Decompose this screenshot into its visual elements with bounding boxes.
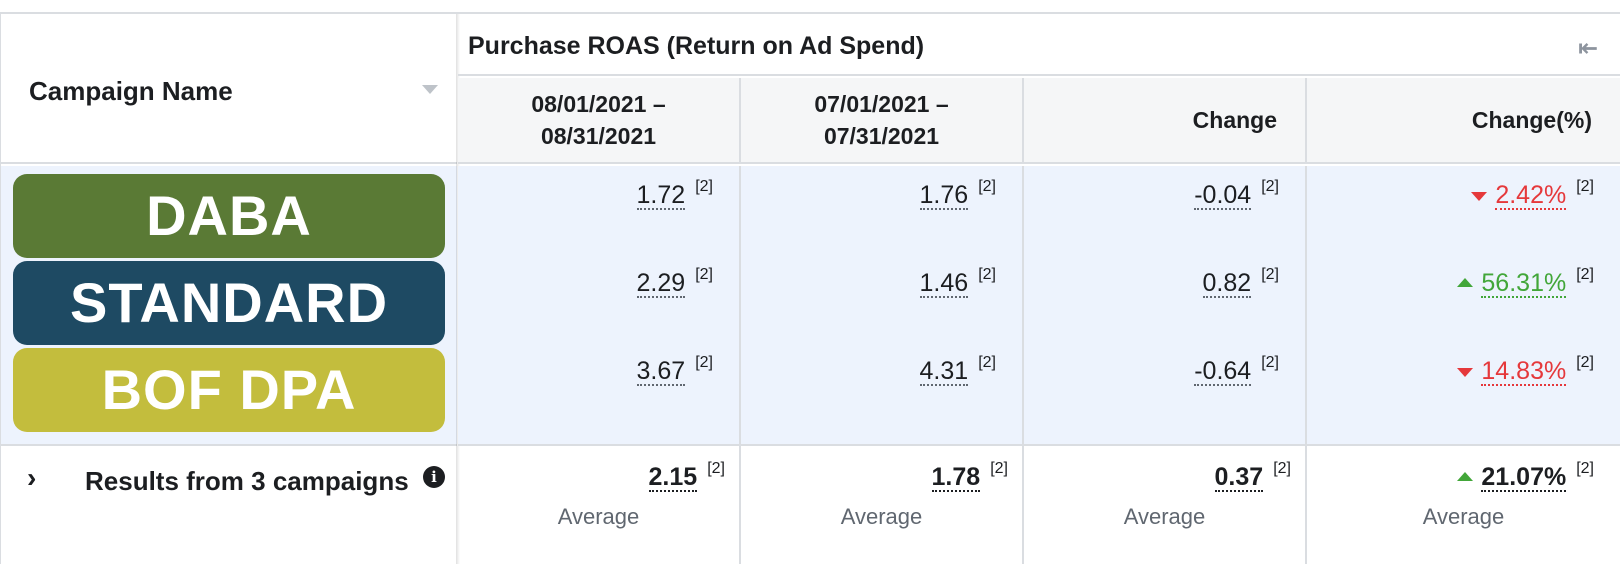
total-value: 21.07% <box>1481 463 1567 492</box>
column-header-line: 07/01/2021 – <box>814 91 949 117</box>
table-cell[interactable]: -0.64 [2] <box>1194 354 1279 386</box>
metric-group-title: Purchase ROAS (Return on Ad Spend) <box>468 32 925 60</box>
column-aug: 1.72 [2] 2.29 [2] 3.67 [2] <box>458 166 741 444</box>
triangle-down-icon <box>1457 368 1474 377</box>
column-header-jul[interactable]: 07/01/2021 – 07/31/2021 <box>741 78 1024 162</box>
average-label: Average <box>1422 504 1505 529</box>
campaign-name-text: DABA <box>146 184 312 247</box>
average-label: Average <box>840 504 923 529</box>
table-cell[interactable]: -0.04 [2] <box>1194 178 1279 210</box>
footnote-marker: [2] <box>1261 354 1279 371</box>
info-icon[interactable]: i <box>423 466 445 488</box>
column-header-label: Change(%) <box>1471 106 1592 133</box>
footnote-marker: [2] <box>1576 354 1594 371</box>
footnote-marker: [2] <box>1576 178 1594 195</box>
footnote-marker: [2] <box>1261 178 1279 195</box>
footnote-marker: [2] <box>1273 460 1291 477</box>
metric-value: 1.46 <box>919 269 969 298</box>
campaign-name-text: BOF DPA <box>101 358 357 421</box>
triangle-up-icon <box>1457 278 1474 287</box>
footnote-marker: [2] <box>1576 266 1594 283</box>
total-cell[interactable]: 0.37 [2] <box>1214 460 1291 492</box>
triangle-down-icon <box>1471 192 1488 201</box>
total-value: 0.37 <box>1214 463 1264 492</box>
collapse-column-icon[interactable]: ⇤ <box>1578 34 1598 63</box>
results-summary-row: › Results from 3 campaigns i <box>1 446 457 564</box>
footnote-marker: [2] <box>695 354 713 371</box>
column-header-change-pct[interactable]: Change(%) <box>1307 78 1620 162</box>
table-cell[interactable]: 3.67 [2] <box>636 354 713 386</box>
total-value: 2.15 <box>648 463 698 492</box>
column-header-line: 08/31/2021 <box>540 123 657 149</box>
column-jul: 1.76 [2] 1.46 [2] 4.31 [2] <box>741 166 1024 444</box>
metric-subheader-row: 08/01/2021 – 08/31/2021 07/01/2021 – 07/… <box>458 78 1620 164</box>
campaign-label-daba[interactable]: DABA <box>13 174 445 258</box>
column-change: -0.04 [2] 0.82 [2] -0.64 [2] <box>1024 166 1307 444</box>
total-value: 1.78 <box>931 463 981 492</box>
campaign-label-standard[interactable]: STANDARD <box>13 261 445 345</box>
column-header-line: 08/01/2021 – <box>531 91 666 117</box>
campaign-name-column: Campaign Name DABA STANDARD BOF DPA › Re… <box>0 14 457 564</box>
metric-value: 3.67 <box>636 357 686 386</box>
total-aug: 2.15 [2] Average <box>458 446 741 564</box>
metric-value: -0.04 <box>1194 181 1252 210</box>
table-cell[interactable]: 2.29 [2] <box>636 266 713 298</box>
total-change-pct: 21.07% [2] Average <box>1307 446 1620 564</box>
footnote-marker: [2] <box>978 178 996 195</box>
table-cell[interactable]: 4.31 [2] <box>919 354 996 386</box>
column-header-label: Change <box>1192 106 1277 133</box>
metric-group-header: Purchase ROAS (Return on Ad Spend) ⇤ <box>458 14 1620 76</box>
totals-row: 2.15 [2] Average 1.78 [2] Average 0.37 [2] … <box>458 446 1620 564</box>
table-cell[interactable]: 1.76 [2] <box>919 178 996 210</box>
results-summary-label: Results from 3 campaigns <box>85 466 409 496</box>
triangle-up-icon <box>1457 472 1474 481</box>
sort-caret-icon[interactable] <box>422 85 438 94</box>
metric-value: 2.42% <box>1495 181 1567 210</box>
footnote-marker: [2] <box>695 266 713 283</box>
average-label: Average <box>557 504 640 529</box>
table-cell[interactable]: 0.82 [2] <box>1202 266 1279 298</box>
footnote-marker: [2] <box>1261 266 1279 283</box>
footnote-marker: [2] <box>978 266 996 283</box>
footnote-marker: [2] <box>978 354 996 371</box>
footnote-marker: [2] <box>1576 460 1594 477</box>
metric-value: 56.31% <box>1481 269 1567 298</box>
campaign-name-text: STANDARD <box>69 271 389 334</box>
campaign-label-bof-dpa[interactable]: BOF DPA <box>13 348 445 432</box>
metric-value: 1.72 <box>636 181 686 210</box>
campaign-name-header[interactable]: Campaign Name <box>1 14 457 164</box>
average-label: Average <box>1123 504 1206 529</box>
chevron-right-icon[interactable]: › <box>27 462 36 494</box>
metric-value: 14.83% <box>1481 357 1567 386</box>
table-cell[interactable]: 1.46 [2] <box>919 266 996 298</box>
footnote-marker: [2] <box>707 460 725 477</box>
campaign-name-header-label: Campaign Name <box>29 76 233 106</box>
footnote-marker: [2] <box>695 178 713 195</box>
reporting-table: Campaign Name DABA STANDARD BOF DPA › Re… <box>0 0 1620 564</box>
metrics-area: Purchase ROAS (Return on Ad Spend) ⇤ 08/… <box>458 14 1620 564</box>
total-jul: 1.78 [2] Average <box>741 446 1024 564</box>
metric-value: -0.64 <box>1194 357 1252 386</box>
column-change-pct: 2.42% [2] 56.31% [2] 14.83% [2] <box>1307 166 1620 444</box>
total-change: 0.37 [2] Average <box>1024 446 1307 564</box>
table-cell[interactable]: 2.42% [2] <box>1471 178 1594 210</box>
table-cell[interactable]: 1.72 [2] <box>636 178 713 210</box>
campaign-list: DABA STANDARD BOF DPA <box>1 166 457 446</box>
footnote-marker: [2] <box>990 460 1008 477</box>
metric-value: 0.82 <box>1202 269 1252 298</box>
column-header-aug[interactable]: 08/01/2021 – 08/31/2021 <box>458 78 741 162</box>
column-header-change[interactable]: Change <box>1024 78 1307 162</box>
total-cell[interactable]: 1.78 [2] <box>931 460 1008 492</box>
metric-value: 1.76 <box>919 181 969 210</box>
table-cell[interactable]: 56.31% [2] <box>1457 266 1594 298</box>
metric-body: 1.72 [2] 2.29 [2] 3.67 [2] 1.76 [2] 1.46 [2] … <box>458 166 1620 446</box>
total-cell[interactable]: 21.07% [2] <box>1457 460 1594 492</box>
metric-value: 4.31 <box>919 357 969 386</box>
metric-value: 2.29 <box>636 269 686 298</box>
total-cell[interactable]: 2.15 [2] <box>648 460 725 492</box>
table-cell[interactable]: 14.83% [2] <box>1457 354 1594 386</box>
column-header-line: 07/31/2021 <box>823 123 940 149</box>
